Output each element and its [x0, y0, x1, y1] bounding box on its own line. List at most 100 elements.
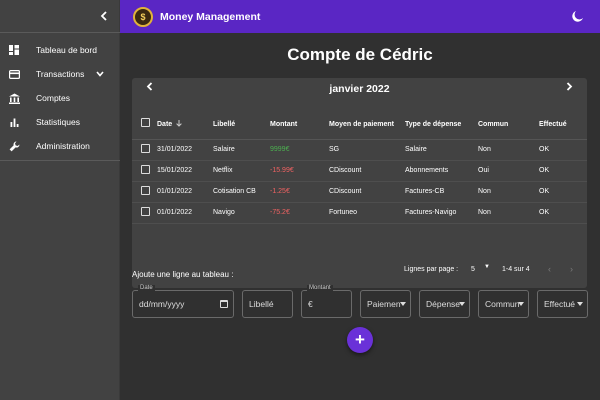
dropdown-caret-icon [577, 302, 583, 306]
montant-currency: € [308, 299, 313, 309]
cell-moyen-paiement: Fortuneo [329, 202, 405, 224]
dropdown-caret-icon[interactable]: ▼ [484, 264, 490, 270]
previous-month-button[interactable] [146, 82, 153, 94]
cell-effectue: OK [539, 202, 587, 224]
cell-date: 01/01/2022 [157, 202, 213, 224]
rows-per-page-label: Lignes par page : [404, 266, 459, 273]
sidebar-item-accounts[interactable]: Comptes [0, 86, 120, 110]
chevron-right-icon [566, 82, 573, 91]
app-root: Tableau de bord Transactions Comptes Sta… [0, 0, 600, 400]
collapse-sidebar-button[interactable] [96, 8, 112, 24]
cell-effectue: OK [539, 139, 587, 161]
cell-montant: -1.25€ [270, 181, 329, 203]
cell-libelle: Navigo [213, 202, 270, 224]
cell-type-depense: Factures-Navigo [405, 202, 478, 224]
column-date-label: Date [157, 120, 173, 128]
transactions-table: Date Libellé Montant Moyen de paiement T… [132, 111, 587, 224]
commun-select[interactable]: Commun [478, 290, 529, 318]
cell-montant: -15.99€ [270, 160, 329, 182]
paiement-select[interactable]: Paiemen [360, 290, 411, 318]
row-checkbox[interactable] [141, 185, 150, 195]
pagination-range: 1-4 sur 4 [502, 266, 530, 273]
date-field[interactable]: Date dd/mm/yyyy [132, 285, 234, 318]
cell-libelle: Cotisation CB [213, 181, 270, 203]
cell-commun: Non [478, 202, 539, 224]
montant-field-label: Montant [307, 285, 333, 291]
page-title: Compte de Cédric [287, 45, 433, 64]
sidebar-item-statistics[interactable]: Statistiques [0, 110, 120, 134]
sidebar-divider [0, 160, 120, 161]
column-effectue[interactable]: Effectué [539, 111, 587, 140]
sidebar-item-label: Comptes [36, 93, 71, 103]
bank-icon [8, 92, 20, 104]
column-commun[interactable]: Commun [478, 111, 539, 140]
sidebar-item-label: Transactions [36, 69, 85, 79]
table-row[interactable]: 31/01/2022 Salaire 9999€ SG Salaire Non … [132, 139, 587, 161]
effectue-select-label: Effectué [544, 299, 576, 309]
effectue-select[interactable]: Effectué [537, 290, 588, 318]
dashboard-icon [8, 44, 20, 56]
transactions-card: janvier 2022 Date Libellé Montant Moyen … [132, 78, 587, 288]
cell-commun: Oui [478, 160, 539, 182]
libelle-field[interactable]: Libellé [242, 290, 293, 318]
column-moyen-paiement[interactable]: Moyen de paiement [329, 111, 405, 140]
bar-chart-icon [8, 116, 20, 128]
sidebar-divider [0, 32, 120, 33]
select-all-checkbox[interactable] [141, 117, 150, 127]
sidebar-item-label: Tableau de bord [36, 45, 97, 55]
column-libelle[interactable]: Libellé [213, 111, 270, 140]
chevron-left-icon [146, 82, 153, 91]
cell-date: 15/01/2022 [157, 160, 213, 182]
depense-select[interactable]: Dépense [419, 290, 470, 318]
table-row[interactable]: 01/01/2022 Cotisation CB -1.25€ CDiscoun… [132, 181, 587, 203]
sidebar-item-label: Administration [36, 141, 90, 151]
calendar-icon[interactable] [220, 300, 228, 308]
cell-type-depense: Abonnements [405, 160, 478, 182]
sort-arrow-down-icon [176, 119, 182, 127]
app-logo: $ [133, 6, 153, 27]
montant-field[interactable]: Montant € [301, 285, 352, 318]
cell-moyen-paiement: CDiscount [329, 181, 405, 203]
cell-effectue: OK [539, 181, 587, 203]
cell-moyen-paiement: CDiscount [329, 160, 405, 182]
table-row[interactable]: 15/01/2022 Netflix -15.99€ CDiscount Abo… [132, 160, 587, 182]
cell-date: 01/01/2022 [157, 181, 213, 203]
add-row-button[interactable]: + [347, 327, 373, 353]
date-placeholder: dd/mm/yyyy [139, 299, 185, 309]
table-header-row: Date Libellé Montant Moyen de paiement T… [132, 111, 587, 140]
next-page-button[interactable]: › [570, 264, 573, 274]
add-row-heading: Ajoute une ligne au tableau : [132, 270, 234, 279]
cell-date: 31/01/2022 [157, 139, 213, 161]
sidebar-item-label: Statistiques [36, 117, 80, 127]
current-month: janvier 2022 [329, 83, 390, 95]
column-date[interactable]: Date [157, 111, 213, 140]
row-checkbox[interactable] [141, 143, 150, 153]
paiement-select-label: Paiemen [367, 299, 401, 309]
wrench-icon [8, 140, 20, 152]
app-title: Money Management [160, 10, 261, 23]
rows-per-page-select[interactable]: 5 [471, 266, 475, 273]
cell-libelle: Salaire [213, 139, 270, 161]
row-checkbox[interactable] [141, 206, 150, 216]
previous-page-button[interactable]: ‹ [548, 264, 551, 274]
column-type-depense[interactable]: Type de dépense [405, 111, 478, 140]
cell-effectue: OK [539, 160, 587, 182]
sidebar-item-administration[interactable]: Administration [0, 134, 120, 158]
row-checkbox[interactable] [141, 164, 150, 174]
column-montant[interactable]: Montant [270, 111, 329, 140]
sidebar-item-dashboard[interactable]: Tableau de bord [0, 38, 120, 62]
plus-icon: + [355, 330, 365, 349]
depense-select-label: Dépense [426, 299, 461, 309]
next-month-button[interactable] [566, 82, 573, 94]
chevron-down-icon [96, 69, 104, 79]
chevron-left-icon [100, 11, 107, 21]
moon-icon [571, 10, 583, 22]
dropdown-caret-icon [459, 302, 465, 306]
sidebar-item-transactions[interactable]: Transactions [0, 62, 120, 86]
commun-select-label: Commun [485, 299, 520, 309]
table-row[interactable]: 01/01/2022 Navigo -75.2€ Fortuneo Factur… [132, 202, 587, 224]
theme-toggle-button[interactable] [570, 9, 584, 23]
cell-commun: Non [478, 139, 539, 161]
app-bar: $ Money Management [120, 0, 600, 33]
cell-libelle: Netflix [213, 160, 270, 182]
